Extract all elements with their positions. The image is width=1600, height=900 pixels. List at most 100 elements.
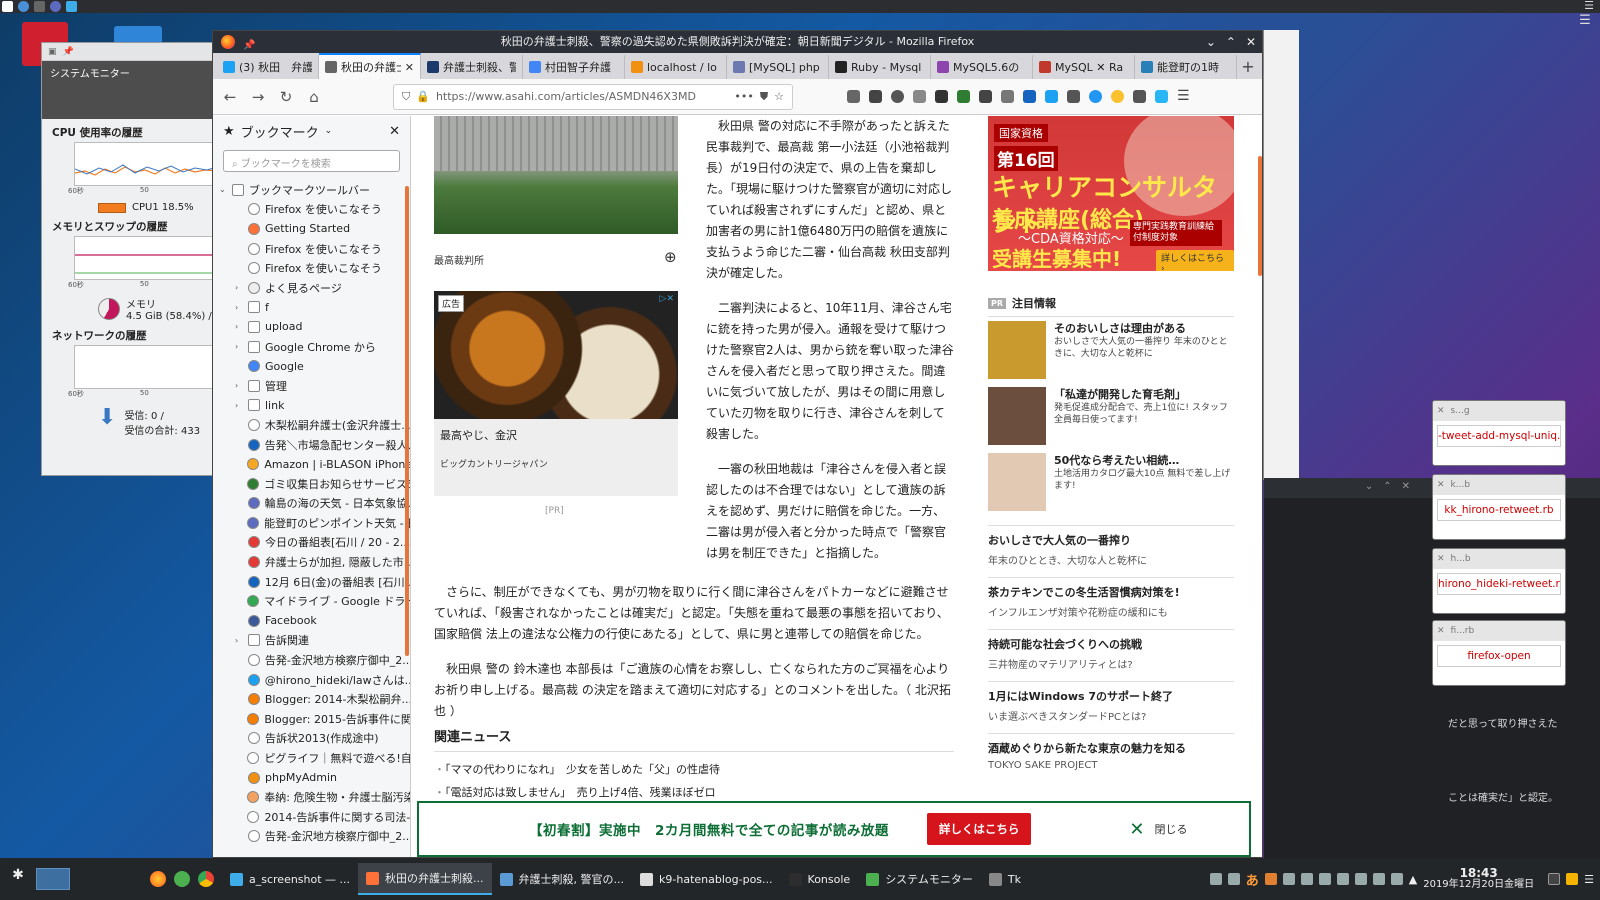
pocket-icon[interactable]: ⛊ <box>760 90 768 104</box>
bookmark-folder[interactable]: › 告訴関連 <box>213 631 410 651</box>
bookmark-item[interactable]: @hirono_hideki/lawさんは... <box>213 670 410 690</box>
chevron-up-icon[interactable]: ⌃ <box>1226 31 1236 53</box>
chevron-right-icon[interactable]: › <box>235 342 243 351</box>
bookmark-item[interactable]: 奉納: 危険生物・弁護士脳汚染... <box>213 787 410 807</box>
new-tab-button[interactable]: + <box>1237 55 1259 79</box>
taskbar-task[interactable]: Tk <box>981 863 1029 895</box>
bookmark-item[interactable]: 能登町のピンポイント天気 - 日... <box>213 513 410 533</box>
bookmark-item[interactable]: ゴミ収集日お知らせサービス5... <box>213 474 410 494</box>
bluetooth-icon[interactable] <box>1300 873 1313 885</box>
taskbar-task[interactable]: システムモニター <box>858 863 981 895</box>
url-bar[interactable]: ⛉ 🔒 https://www.asahi.com/articles/ASMDN… <box>393 83 793 110</box>
hamburger-icon[interactable]: ☰ <box>1177 89 1190 103</box>
note-text[interactable]: -tweet-add-mysql-uniq.rb <box>1437 425 1561 447</box>
more-actions-icon[interactable]: ••• <box>734 90 753 103</box>
extension-icon[interactable] <box>1089 90 1102 103</box>
chevron-right-icon[interactable]: › <box>235 283 243 292</box>
bookmark-item[interactable]: Firefox を使いこなそう <box>213 200 410 220</box>
taskbar-task[interactable]: 秋田の弁護士刺殺... <box>358 863 492 895</box>
ad-title[interactable]: 最高やじ、金沢 <box>434 419 678 443</box>
bookmark-item[interactable]: 弁護士らが加担, 隠蔽した市... <box>213 552 410 572</box>
bookmark-item[interactable]: 木梨松嗣弁護士(金沢弁護士... <box>213 415 410 435</box>
bookmark-folder[interactable]: › 管理 <box>213 376 410 396</box>
close-icon[interactable]: ✕ <box>389 124 400 139</box>
ad-image[interactable]: 広告 ▷✕ <box>434 291 678 419</box>
tab-4[interactable]: localhost / lo <box>625 55 727 79</box>
chevron-right-icon[interactable]: › <box>235 322 243 331</box>
extension-icon[interactable] <box>935 90 948 103</box>
network-icon[interactable] <box>1336 873 1349 885</box>
sticky-note[interactable]: ✕ fi...rb firefox-open <box>1432 620 1566 686</box>
tab-7[interactable]: MySQL5.6の <box>931 55 1033 79</box>
tab-9[interactable]: 能登町の1時 <box>1135 55 1237 79</box>
url-text[interactable]: https://www.asahi.com/articles/ASMDN46X3… <box>436 90 728 103</box>
tray-icon[interactable] <box>1209 873 1222 885</box>
extension-icon[interactable] <box>1133 90 1146 103</box>
bookmark-item[interactable]: 告発-金沢地方検察庁御中_2... <box>213 827 410 847</box>
clipboard-icon[interactable] <box>1354 873 1367 885</box>
extension-icon[interactable] <box>1155 90 1168 103</box>
tab-0[interactable]: (3) 秋田 弁護 <box>217 55 319 79</box>
close-icon[interactable]: ✕ <box>1246 31 1256 53</box>
sticky-note[interactable]: ✕ h...b hirono_hideki-retweet.rb <box>1432 548 1566 614</box>
firefox-icon[interactable] <box>150 871 166 887</box>
note-text[interactable]: kk_hirono-retweet.rb <box>1437 499 1561 521</box>
bookmark-item[interactable]: Facebook <box>213 611 410 631</box>
ime-indicator[interactable]: あ <box>1246 870 1259 889</box>
memory-pie-icon[interactable] <box>98 298 120 320</box>
taskbar-task[interactable]: a_screenshot — ... <box>222 863 358 895</box>
pin-icon[interactable]: 📌 <box>63 47 74 57</box>
attention-title[interactable]: そのおいしさは理由がある <box>1054 321 1234 336</box>
bookmark-search-input[interactable]: ⌕ ブックマークを検索 <box>223 150 400 172</box>
expand-tray-icon[interactable]: ▲ <box>1409 873 1417 886</box>
bookmark-item[interactable]: 輪島の海の天気 - 日本気象協... <box>213 494 410 514</box>
tab-8[interactable]: MySQL ✕ Ra <box>1033 55 1135 79</box>
adchoices-icon[interactable]: ▷✕ <box>660 294 674 304</box>
app-icon[interactable] <box>66 1 77 12</box>
volume-icon[interactable] <box>1390 873 1403 885</box>
bookmark-item[interactable]: Amazon | i-BLASON iPhone... <box>213 454 410 474</box>
page-scrollbar[interactable] <box>1258 156 1262 276</box>
promo-item[interactable]: 酒蔵めぐりから新たな東京の魅力を知る TOKYO SAKE PROJECT <box>988 733 1234 785</box>
tray-icon[interactable] <box>1264 873 1277 885</box>
bookmark-folder[interactable]: › よく見るページ <box>213 278 410 298</box>
close-icon[interactable]: ✕ <box>1402 481 1410 498</box>
promo-item[interactable]: 1月にはWindows 7のサポート終了 いま選ぶべきスタンダードPCとは? <box>988 681 1234 733</box>
chevron-right-icon[interactable]: ⌄ <box>219 185 227 194</box>
subscribe-close-button[interactable]: ✕ 閉じる <box>1129 819 1187 840</box>
attention-thumbnail[interactable] <box>988 387 1046 445</box>
bookmark-item[interactable]: Blogger: 2015-告訴事件に関... <box>213 709 410 729</box>
bookmark-item[interactable]: マイドライブ - Google ドライブ <box>213 591 410 611</box>
hamburger-icon[interactable]: ☰ <box>1584 873 1594 886</box>
tray-icon[interactable] <box>1282 873 1295 885</box>
tray-icon[interactable] <box>1566 873 1579 885</box>
attention-thumbnail[interactable] <box>988 321 1046 379</box>
tray-icon[interactable] <box>1318 873 1331 885</box>
subscribe-button[interactable]: 詳しくはこちら <box>926 813 1032 845</box>
tab-2[interactable]: 弁護士刺殺、警 <box>421 55 523 79</box>
twitter-icon[interactable] <box>1045 90 1058 103</box>
bookmark-item[interactable]: ピグライフ｜無料で遊べる!自... <box>213 748 410 768</box>
extension-icon[interactable] <box>1067 90 1080 103</box>
close-icon[interactable]: ✕ <box>405 61 414 74</box>
library-icon[interactable] <box>847 90 860 103</box>
bookmark-item[interactable]: Google <box>213 356 410 376</box>
bookmark-item[interactable]: 告発-金沢地方検察庁御中_2... <box>213 650 410 670</box>
chevron-right-icon[interactable]: › <box>235 303 243 312</box>
ad-cta-button[interactable]: 詳しくはこちら › <box>1156 250 1234 271</box>
chevron-right-icon[interactable]: › <box>235 401 243 410</box>
extension-icon[interactable] <box>957 90 970 103</box>
bookmark-folder[interactable]: › Google Chrome から <box>213 337 410 357</box>
kde-menu-icon[interactable]: ✱ <box>6 867 30 891</box>
chevron-down-icon[interactable]: ⌄ <box>325 126 333 136</box>
taskbar-task[interactable]: Konsole <box>781 863 859 895</box>
sidebar-icon[interactable] <box>869 90 882 103</box>
attention-item[interactable]: 50代なら考えたい相続… 土地活用カタログ最大10点 無料で差し上げます! <box>988 449 1234 515</box>
account-icon[interactable] <box>891 90 904 103</box>
keyboard-icon[interactable] <box>1227 873 1240 885</box>
extension-icon[interactable] <box>979 90 992 103</box>
related-link[interactable]: 「ママの代わりになれ」 少女を苦しめた「父」の性虐待 <box>434 758 954 781</box>
show-desktop-icon[interactable] <box>1548 873 1561 885</box>
promo-title[interactable]: 持続可能な社会づくりへの挑戦 <box>988 636 1234 652</box>
extension-icon[interactable] <box>1111 90 1124 103</box>
